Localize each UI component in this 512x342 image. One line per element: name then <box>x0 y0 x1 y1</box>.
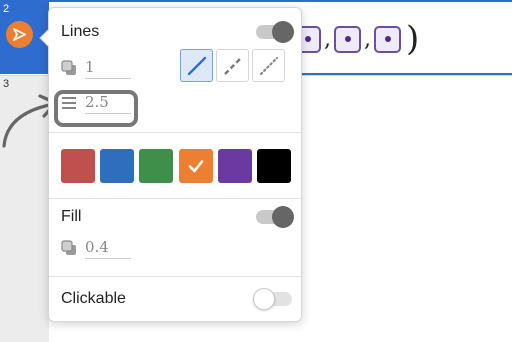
line-opacity-field[interactable]: 1 <box>61 58 131 79</box>
point-token <box>334 25 361 53</box>
opacity-icon <box>61 240 76 255</box>
closing-paren: ) <box>406 19 420 59</box>
section-divider <box>49 198 301 199</box>
point-style-icon <box>13 28 26 41</box>
style-menu-button[interactable] <box>6 21 33 48</box>
color-swatch-red[interactable] <box>61 149 95 183</box>
color-swatch-green[interactable] <box>139 149 174 183</box>
toggle-knob <box>272 206 294 228</box>
color-swatch-black[interactable] <box>256 149 291 183</box>
line-style-buttons <box>177 49 285 82</box>
point-token <box>374 25 401 53</box>
list-separator: , <box>364 26 371 52</box>
toggle-knob <box>253 288 275 310</box>
fill-opacity-field[interactable]: 0.4 <box>61 238 131 259</box>
list-separator: , <box>324 26 331 52</box>
lines-label: Lines <box>61 23 100 40</box>
highlight-annotation <box>54 90 138 127</box>
clickable-toggle[interactable] <box>253 288 292 310</box>
toggle-knob <box>272 21 294 43</box>
color-swatch-blue[interactable] <box>100 149 135 183</box>
fill-toggle[interactable] <box>256 206 294 228</box>
color-swatch-purple[interactable] <box>217 149 252 183</box>
row-number: 2 <box>3 3 10 15</box>
color-swatch-orange[interactable] <box>178 149 213 183</box>
section-divider <box>49 276 301 277</box>
color-swatches <box>61 149 296 183</box>
point-list-expression[interactable]: , , ) <box>293 22 419 56</box>
checkmark-icon <box>188 160 203 173</box>
clickable-label: Clickable <box>61 290 126 307</box>
opacity-icon <box>61 60 76 75</box>
dashed-line-icon <box>223 56 242 75</box>
line-opacity-value[interactable]: 1 <box>85 58 131 79</box>
section-divider <box>49 132 301 133</box>
solid-line-icon <box>187 56 206 75</box>
fill-opacity-value[interactable]: 0.4 <box>85 238 131 259</box>
dotted-line-icon <box>259 56 278 75</box>
solid-line-button[interactable] <box>180 49 213 82</box>
dotted-line-button[interactable] <box>252 49 285 82</box>
lines-toggle[interactable] <box>256 21 294 43</box>
fill-label: Fill <box>61 208 82 225</box>
style-menu-popover: Lines 1 2.5 Fill 0.4 Clickable <box>39 7 302 322</box>
dashed-line-button[interactable] <box>216 49 249 82</box>
